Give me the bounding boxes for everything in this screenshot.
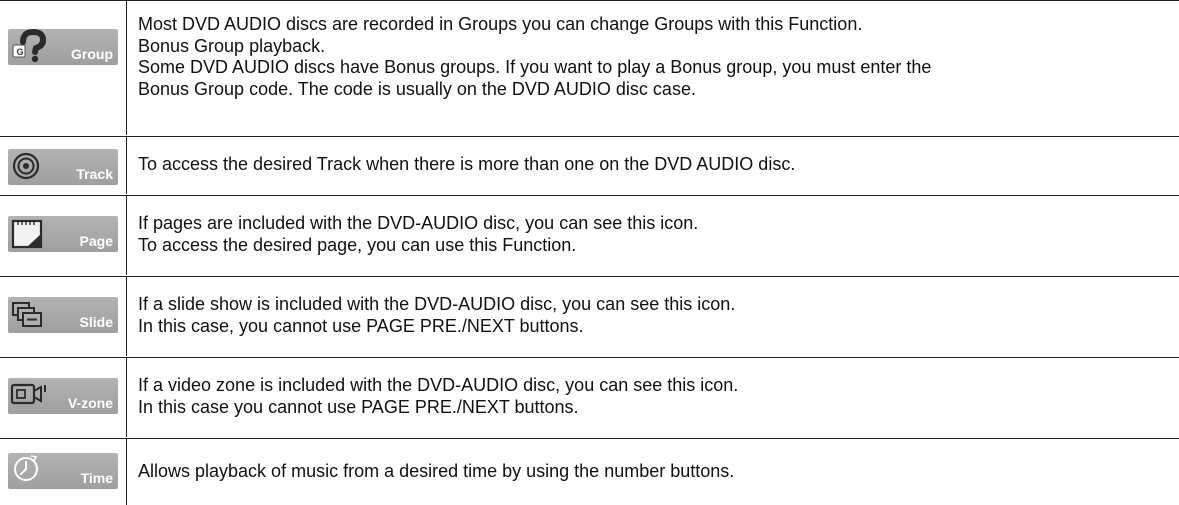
description-line: To access the desired page, you can use … [138,234,577,255]
description-line: Some DVD AUDIO discs have Bonus groups. … [138,57,932,77]
time-icon: Time [8,453,118,489]
function-row-time: Time Allows playback of music from a des… [0,439,1179,505]
group-description: Most DVD AUDIO discs are recorded in Gro… [138,14,1173,100]
description-line: Allows playback of music from a desired … [138,461,735,481]
track-icon: Track [8,149,118,185]
description-line: To access the desired Track when there i… [138,154,796,174]
group-icon: G Group [8,29,118,65]
function-row-page: Page If pages are included with the DVD-… [0,196,1179,275]
icon-cell: Track [0,137,127,194]
description-line: Bonus Group code. The code is usually on… [138,78,696,99]
time-description: Allows playback of music from a desired … [138,461,1173,483]
icon-cell: V-zone [0,358,127,437]
function-row-v-zone: V-zone If a video zone is included with … [0,358,1179,437]
time-icon-label: Time [80,470,113,486]
icon-cell: Page [0,196,127,275]
v-zone-icon: V-zone [8,378,118,414]
group-icon-label: Group [71,46,113,62]
description-line: Bonus Group playback. [138,35,326,56]
description-line: In this case, you cannot use PAGE PRE./N… [138,315,584,336]
function-row-slide: Slide If a slide show is included with t… [0,277,1179,356]
page-description: If pages are included with the DVD-AUDIO… [138,213,1173,256]
function-row-group: G Group Most DVD AUDIO discs are recorde… [0,1,1179,135]
icon-cell: Slide [0,277,127,356]
svg-text:G: G [17,47,24,57]
slide-description: If a slide show is included with the DVD… [138,294,1173,337]
v-zone-icon-label: V-zone [67,395,113,411]
slide-icon-label: Slide [79,314,113,330]
description-line: In this case you cannot use PAGE PRE./NE… [138,396,579,417]
icon-cell: Time [0,439,127,505]
page-icon: Page [8,216,118,252]
description-line: If a video zone is included with the DVD… [138,375,739,395]
description-line: If pages are included with the DVD-AUDIO… [138,213,699,233]
description-line: If a slide show is included with the DVD… [138,294,736,314]
track-icon-label: Track [76,166,113,182]
icon-cell: G Group [0,1,127,135]
slide-icon: Slide [8,297,118,333]
function-row-track: Track To access the desired Track when t… [0,137,1179,194]
track-description: To access the desired Track when there i… [138,154,1173,176]
v-zone-description: If a video zone is included with the DVD… [138,375,1173,418]
description-line: Most DVD AUDIO discs are recorded in Gro… [138,14,863,34]
page-icon-label: Page [79,233,113,249]
